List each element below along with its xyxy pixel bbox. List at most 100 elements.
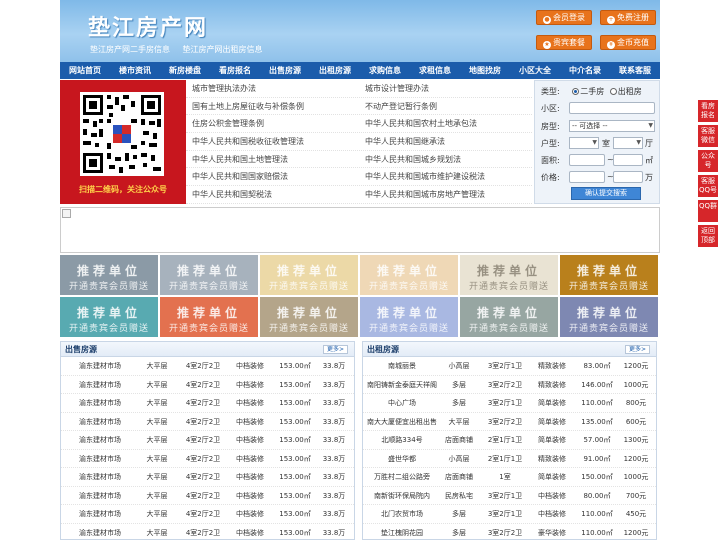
policy-link[interactable]: 中华人民共和国城市房地产管理法: [359, 186, 532, 203]
ad-slot[interactable]: 推荐单位 开通贵宾会员赠送: [560, 297, 658, 337]
nav-for-sale[interactable]: 出售房源: [260, 62, 310, 79]
listing-community[interactable]: 渝东建材市场: [65, 376, 135, 395]
listing-community[interactable]: 南新街环保局院内: [367, 487, 437, 506]
policy-link[interactable]: 不动产登记暂行条例: [359, 98, 532, 115]
ad-slot[interactable]: 推荐单位 开通贵宾会员赠送: [60, 255, 158, 295]
listing-row[interactable]: 渝东建材市场 大平层 4室2厅2卫 中档装修 153.00㎡ 33.8万: [61, 450, 354, 469]
policy-link[interactable]: 中华人民共和国税收征收管理法: [186, 133, 359, 150]
listing-community[interactable]: 垫江槐阴花园: [367, 524, 437, 540]
listing-community[interactable]: 渝东建材市场: [65, 468, 135, 487]
ad-slot[interactable]: 推荐单位 开通贵宾会员赠送: [160, 297, 258, 337]
listing-community[interactable]: 渝东建材市场: [65, 524, 135, 540]
listing-row[interactable]: 南大大厦便宜出租出售 大平层 3室2厅2卫 简单装修 135.00㎡ 600元: [363, 413, 656, 432]
hall-select[interactable]: ▼: [613, 137, 643, 149]
side-back-to-top[interactable]: 返回顶部: [698, 225, 718, 247]
policy-link[interactable]: 中华人民共和国城乡规划法: [359, 151, 532, 168]
area-max-input[interactable]: [613, 154, 643, 166]
search-submit-button[interactable]: 确认提交搜索: [571, 187, 641, 200]
nav-home[interactable]: 网站首页: [60, 62, 110, 79]
policy-link[interactable]: 中华人民共和国农村土地承包法: [359, 115, 532, 132]
area-min-input[interactable]: [569, 154, 605, 166]
room-select[interactable]: ▼: [569, 137, 599, 149]
register-button[interactable]: + 免费注册: [600, 10, 656, 25]
price-max-input[interactable]: [613, 171, 643, 183]
policy-link[interactable]: 中华人民共和国继承法: [359, 133, 532, 150]
listing-row[interactable]: 北门农贸市场 多层 3室2厅1卫 中档装修 110.00㎡ 450元: [363, 505, 656, 524]
nav-wanted-rent[interactable]: 求租信息: [410, 62, 460, 79]
listing-row[interactable]: 渝东建材市场 大平层 4室2厅2卫 中档装修 153.00㎡ 33.8万: [61, 413, 354, 432]
listing-row[interactable]: 中心广场 多层 3室2厅1卫 简单装修 110.00㎡ 800元: [363, 394, 656, 413]
listing-row[interactable]: 渝东建材市场 大平层 4室2厅2卫 中档装修 153.00㎡ 33.8万: [61, 376, 354, 395]
house-type-select[interactable]: -- 可选择 -- ▼: [569, 120, 655, 132]
nav-contact[interactable]: 联系客服: [610, 62, 660, 79]
ad-slot[interactable]: 推荐单位 开通贵宾会员赠送: [360, 297, 458, 337]
listing-row[interactable]: 渝东建材市场 大平层 4室2厅2卫 中档装修 153.00㎡ 33.8万: [61, 487, 354, 506]
listing-community[interactable]: 渝东建材市场: [65, 357, 135, 376]
policy-link[interactable]: 城市设计管理办法: [359, 80, 532, 97]
listing-community[interactable]: 渝东建材市场: [65, 487, 135, 506]
listing-community[interactable]: 南阳铸新金泰庭天祥阁: [367, 376, 437, 395]
policy-link[interactable]: 中华人民共和国国家赔偿法: [186, 168, 359, 185]
nav-map-search[interactable]: 地图找房: [460, 62, 510, 79]
listing-row[interactable]: 南城丽景 小高层 3室2厅1卫 精致装修 83.00㎡ 1200元: [363, 357, 656, 376]
nav-wanted-buy[interactable]: 求购信息: [360, 62, 410, 79]
ad-slot[interactable]: 推荐单位 开通贵宾会员赠送: [260, 255, 358, 295]
site-logo-title[interactable]: 垫江房产网: [88, 10, 208, 42]
listing-row[interactable]: 渝东建材市场 大平层 4室2厅2卫 中档装修 153.00㎡ 33.8万: [61, 524, 354, 540]
policy-link[interactable]: 中华人民共和国城市维护建设税法: [359, 168, 532, 185]
side-qq-service[interactable]: 客服QQ号: [698, 175, 718, 197]
nav-communities[interactable]: 小区大全: [510, 62, 560, 79]
ad-slot[interactable]: 推荐单位 开通贵宾会员赠送: [560, 255, 658, 295]
listing-community[interactable]: 盛世华都: [367, 450, 437, 469]
nav-news[interactable]: 楼市资讯: [110, 62, 160, 79]
login-button[interactable]: ● 会员登录: [536, 10, 592, 25]
listing-row[interactable]: 北顺路334号 店面商铺 2室1厅1卫 简单装修 57.00㎡ 1300元: [363, 431, 656, 450]
ad-slot[interactable]: 推荐单位 开通贵宾会员赠送: [260, 297, 358, 337]
listing-community[interactable]: 渝东建材市场: [65, 394, 135, 413]
side-viewing-signup[interactable]: 看房报名: [698, 100, 718, 122]
banner-image[interactable]: [60, 207, 660, 253]
listing-row[interactable]: 渝东建材市场 大平层 4室2厅2卫 中档装修 153.00㎡ 33.8万: [61, 394, 354, 413]
ad-slot[interactable]: 推荐单位 开通贵宾会员赠送: [360, 255, 458, 295]
community-input[interactable]: [569, 102, 655, 114]
listing-row[interactable]: 渝东建材市场 大平层 4室2厅2卫 中档装修 153.00㎡ 33.8万: [61, 431, 354, 450]
listing-row[interactable]: 渝东建材市场 大平层 4室2厅2卫 中档装修 153.00㎡ 33.8万: [61, 468, 354, 487]
policy-link[interactable]: 城市管理执法办法: [186, 80, 359, 97]
listing-row[interactable]: 南阳铸新金泰庭天祥阁 多层 3室2厅2卫 精致装修 146.00㎡ 1000元: [363, 376, 656, 395]
policy-link[interactable]: 中华人民共和国契税法: [186, 186, 359, 203]
listing-community[interactable]: 渝东建材市场: [65, 505, 135, 524]
listing-row[interactable]: 南新街环保局院内 民房私宅 3室2厅1卫 中档装修 80.00㎡ 700元: [363, 487, 656, 506]
radio-sale[interactable]: 二手房: [572, 87, 604, 96]
nav-agents[interactable]: 中介名录: [560, 62, 610, 79]
listing-community[interactable]: 北门农贸市场: [367, 505, 437, 524]
nav-viewing-signup[interactable]: 看房报名: [210, 62, 260, 79]
listing-row[interactable]: 万胜村二组公路旁 店面商铺 1室 简单装修 150.00㎡ 1000元: [363, 468, 656, 487]
listing-row[interactable]: 渝东建材市场 大平层 4室2厅2卫 中档装修 153.00㎡ 33.8万: [61, 357, 354, 376]
listing-community[interactable]: 南城丽景: [367, 357, 437, 376]
nav-new-homes[interactable]: 新房楼盘: [160, 62, 210, 79]
vip-package-button[interactable]: ★ 贵宾套餐: [536, 35, 592, 50]
listing-community[interactable]: 南大大厦便宜出租出售: [367, 413, 437, 432]
ad-slot[interactable]: 推荐单位 开通贵宾会员赠送: [460, 255, 558, 295]
policy-link[interactable]: 住房公积金管理条例: [186, 115, 359, 132]
side-wechat-service[interactable]: 客服微信: [698, 125, 718, 147]
listing-community[interactable]: 渝东建材市场: [65, 450, 135, 469]
side-official-account[interactable]: 公众号: [698, 150, 718, 172]
policy-link[interactable]: 国有土地上房屋征收与补偿条例: [186, 98, 359, 115]
rent-more-button[interactable]: 更多>: [624, 345, 650, 354]
sale-more-button[interactable]: 更多>: [322, 345, 348, 354]
coin-recharge-button[interactable]: ¥ 金币充值: [600, 35, 656, 50]
ad-slot[interactable]: 推荐单位 开通贵宾会员赠送: [60, 297, 158, 337]
ad-slot[interactable]: 推荐单位 开通贵宾会员赠送: [160, 255, 258, 295]
ad-slot[interactable]: 推荐单位 开通贵宾会员赠送: [460, 297, 558, 337]
listing-row[interactable]: 渝东建材市场 大平层 4室2厅2卫 中档装修 153.00㎡ 33.8万: [61, 505, 354, 524]
listing-community[interactable]: 渝东建材市场: [65, 413, 135, 432]
listing-community[interactable]: 渝东建材市场: [65, 431, 135, 450]
listing-row[interactable]: 垫江槐阴花园 多层 3室2厅2卫 豪华装修 110.00㎡ 1200元: [363, 524, 656, 540]
listing-row[interactable]: 盛世华都 小高层 2室1厅1卫 精致装修 91.00㎡ 1200元: [363, 450, 656, 469]
price-min-input[interactable]: [569, 171, 605, 183]
listing-community[interactable]: 北顺路334号: [367, 431, 437, 450]
nav-for-rent[interactable]: 出租房源: [310, 62, 360, 79]
side-qq-group[interactable]: QQ群: [698, 200, 718, 222]
listing-community[interactable]: 万胜村二组公路旁: [367, 468, 437, 487]
